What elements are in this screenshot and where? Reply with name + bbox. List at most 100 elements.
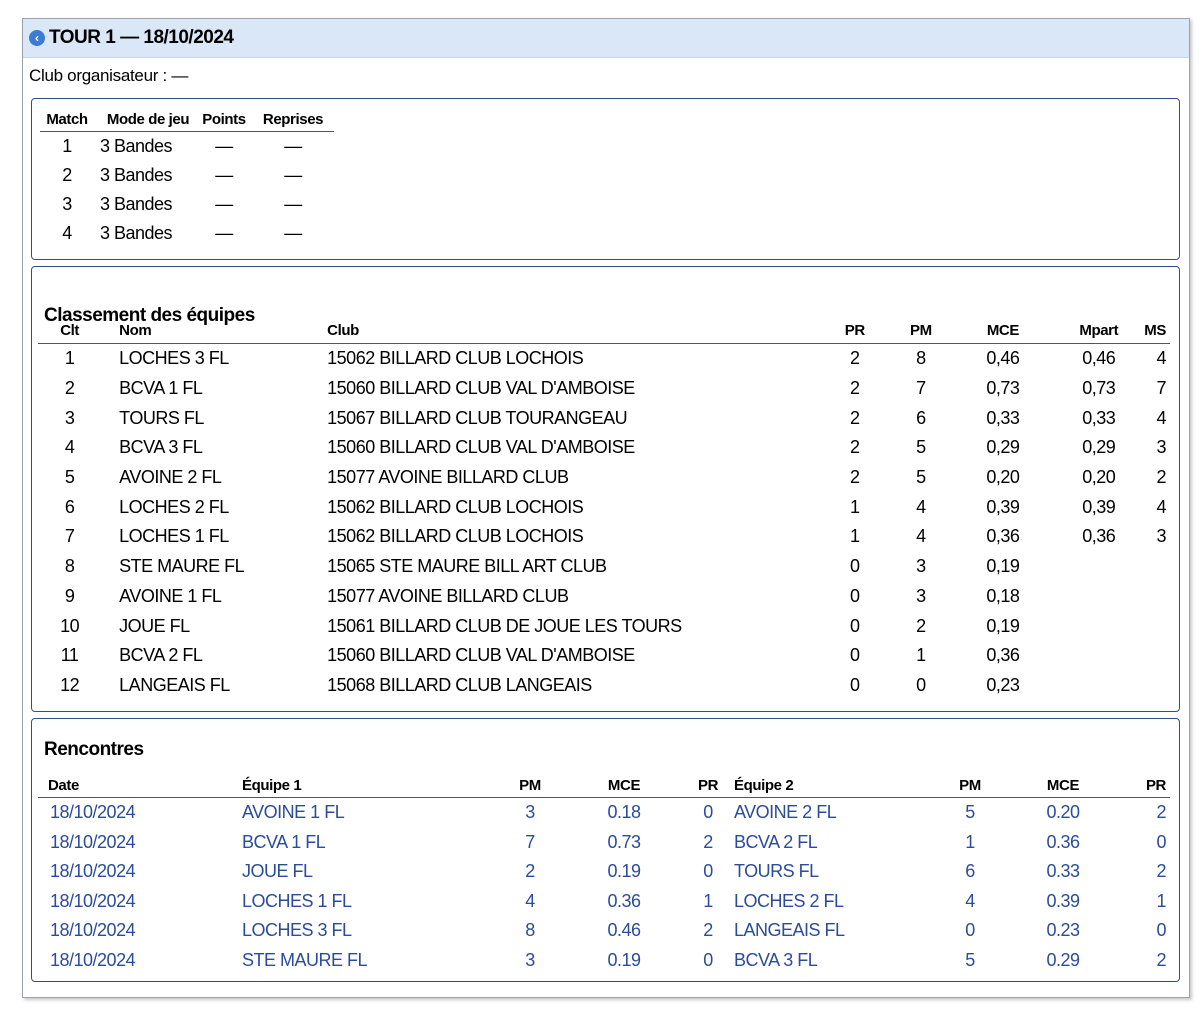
ms-cell [1144, 671, 1170, 701]
pr-cell: 2 [850, 348, 860, 369]
date-link[interactable]: 18/10/2024 [38, 946, 242, 976]
pr-cell: 0 [850, 556, 860, 577]
team2-mce-cell: 0.36 [1046, 831, 1080, 852]
club-cell: 15067 BILLARD CLUB TOURANGEAU [327, 407, 628, 428]
team1-link[interactable]: LOCHES 3 FL [242, 916, 494, 946]
mce-cell: 0,36 [986, 645, 1020, 666]
date-link[interactable]: 18/10/2024 [38, 857, 242, 887]
collapse-arrow-icon[interactable]: ‹ [29, 30, 45, 46]
tour-window: ‹ TOUR 1 — 18/10/2024 Club organisateur … [22, 18, 1190, 998]
table-row: 1 3 Bandes — — [40, 132, 334, 162]
col-header-mce: MCE [952, 317, 1054, 344]
table-row: 2 BCVA 1 FL 15060 BILLARD CLUB VAL D'AMBOI… [38, 374, 1170, 404]
col-header-pr1: PR [682, 773, 734, 798]
team2-link[interactable]: BCVA 3 FL [734, 946, 932, 976]
club-cell: 15062 BILLARD CLUB LOCHOIS [327, 348, 584, 369]
team-name-cell: JOUE FL [119, 615, 190, 636]
mpart-cell: 0,33 [1082, 407, 1116, 428]
table-row: 4 BCVA 3 FL 15060 BILLARD CLUB VAL D'AMBOI… [38, 433, 1170, 463]
team2-pr-cell: 2 [1156, 949, 1166, 970]
team2-pm-cell: 0 [965, 920, 975, 941]
ms-cell [1144, 552, 1170, 582]
club-cell: 15062 BILLARD CLUB LOCHOIS [327, 496, 584, 517]
ranking-panel: Classement des équipes Clt Nom Club PR P… [31, 266, 1180, 712]
team1-pm-cell: 8 [525, 920, 535, 941]
pm-cell: 5 [916, 437, 926, 458]
team2-link[interactable]: LOCHES 2 FL [734, 887, 932, 917]
table-row: 18/10/2024 STE MAURE FL 3 0.19 0 BCVA 3 FL 5 0.… [38, 946, 1170, 976]
team-name-cell: BCVA 2 FL [119, 645, 203, 666]
table-row: 2 3 Bandes — — [40, 161, 334, 190]
mpart-cell [1053, 582, 1144, 612]
team2-link[interactable]: BCVA 2 FL [734, 828, 932, 858]
team1-pm-cell: 3 [525, 949, 535, 970]
table-row: 18/10/2024 AVOINE 1 FL 3 0.18 0 AVOINE 2 FL 5 0… [38, 798, 1170, 828]
team2-link[interactable]: LANGEAIS FL [734, 916, 932, 946]
col-header-match: Match [40, 107, 94, 132]
reprises-cell: — [284, 194, 302, 214]
club-cell: 15060 BILLARD CLUB VAL D'AMBOISE [327, 378, 635, 399]
pm-cell: 2 [916, 615, 926, 636]
table-row: 8 STE MAURE FL 15065 STE MAURE BILL ART CL… [38, 552, 1170, 582]
team2-pm-cell: 6 [965, 861, 975, 882]
team1-link[interactable]: JOUE FL [242, 857, 494, 887]
table-row: 9 AVOINE 1 FL 15077 AVOINE BILLARD CLUB 0 3 0… [38, 582, 1170, 612]
table-row: 3 3 Bandes — — [40, 190, 334, 219]
table-row: 18/10/2024 LOCHES 3 FL 8 0.46 2 LANGEAIS FL 0 0… [38, 916, 1170, 946]
club-cell: 15068 BILLARD CLUB LANGEAIS [327, 674, 592, 695]
table-row: 7 LOCHES 1 FL 15062 BILLARD CLUB LOCHOIS 1 4… [38, 522, 1170, 552]
team2-pr-cell: 2 [1156, 861, 1166, 882]
match-number-cell: 3 [62, 194, 72, 214]
points-cell: — [215, 194, 233, 214]
team2-link[interactable]: AVOINE 2 FL [734, 798, 932, 828]
mce-cell: 0,23 [986, 674, 1020, 695]
match-number-cell: 4 [62, 223, 72, 243]
mpart-cell: 0,46 [1082, 348, 1116, 369]
mce-cell: 0,19 [986, 556, 1020, 577]
team1-pr-cell: 2 [703, 920, 713, 941]
team-name-cell: LOCHES 3 FL [119, 348, 229, 369]
team1-link[interactable]: LOCHES 1 FL [242, 887, 494, 917]
team1-pr-cell: 0 [703, 949, 713, 970]
rank-cell: 7 [64, 526, 75, 547]
team1-mce-cell: 0.46 [607, 920, 641, 941]
ranking-table: Clt Nom Club PR PM MCE Mpart MS 1 LOCHES … [38, 317, 1170, 700]
team1-link[interactable]: AVOINE 1 FL [242, 798, 494, 828]
team2-link[interactable]: TOURS FL [734, 857, 932, 887]
col-header-pm2: PM [932, 773, 1008, 798]
col-header-date: Date [38, 773, 242, 798]
pr-cell: 0 [850, 674, 860, 695]
points-cell: — [215, 223, 233, 243]
pr-cell: 2 [850, 407, 860, 428]
team2-pm-cell: 4 [965, 890, 975, 911]
date-link[interactable]: 18/10/2024 [38, 887, 242, 917]
club-cell: 15061 BILLARD CLUB DE JOUE LES TOURS [327, 615, 682, 636]
team1-pm-cell: 7 [525, 831, 535, 852]
mce-cell: 0,29 [986, 437, 1020, 458]
rank-cell: 1 [64, 348, 75, 369]
date-link[interactable]: 18/10/2024 [38, 828, 242, 858]
team1-link[interactable]: BCVA 1 FL [242, 828, 494, 858]
team1-pr-cell: 0 [703, 802, 713, 823]
mce-cell: 0,33 [986, 407, 1020, 428]
mce-cell: 0,36 [986, 526, 1020, 547]
date-link[interactable]: 18/10/2024 [38, 798, 242, 828]
ms-cell [1144, 611, 1170, 641]
pm-cell: 8 [916, 348, 926, 369]
ms-cell: 4 [1156, 348, 1166, 369]
team-name-cell: LOCHES 2 FL [119, 496, 229, 517]
col-header-mode: Mode de jeu [94, 107, 196, 132]
team2-pr-cell: 0 [1156, 920, 1166, 941]
game-mode-cell: 3 Bandes [100, 165, 173, 185]
col-header-mce2: MCE [1008, 773, 1118, 798]
title-bar: ‹ TOUR 1 — 18/10/2024 [23, 19, 1189, 58]
team2-pr-cell: 0 [1156, 831, 1166, 852]
rank-cell: 3 [64, 407, 75, 428]
team-name-cell: LANGEAIS FL [119, 674, 230, 695]
team-name-cell: LOCHES 1 FL [119, 526, 229, 547]
mpart-cell [1053, 671, 1144, 701]
reprises-cell: — [284, 136, 302, 156]
team1-pm-cell: 4 [525, 890, 535, 911]
date-link[interactable]: 18/10/2024 [38, 916, 242, 946]
team1-link[interactable]: STE MAURE FL [242, 946, 494, 976]
